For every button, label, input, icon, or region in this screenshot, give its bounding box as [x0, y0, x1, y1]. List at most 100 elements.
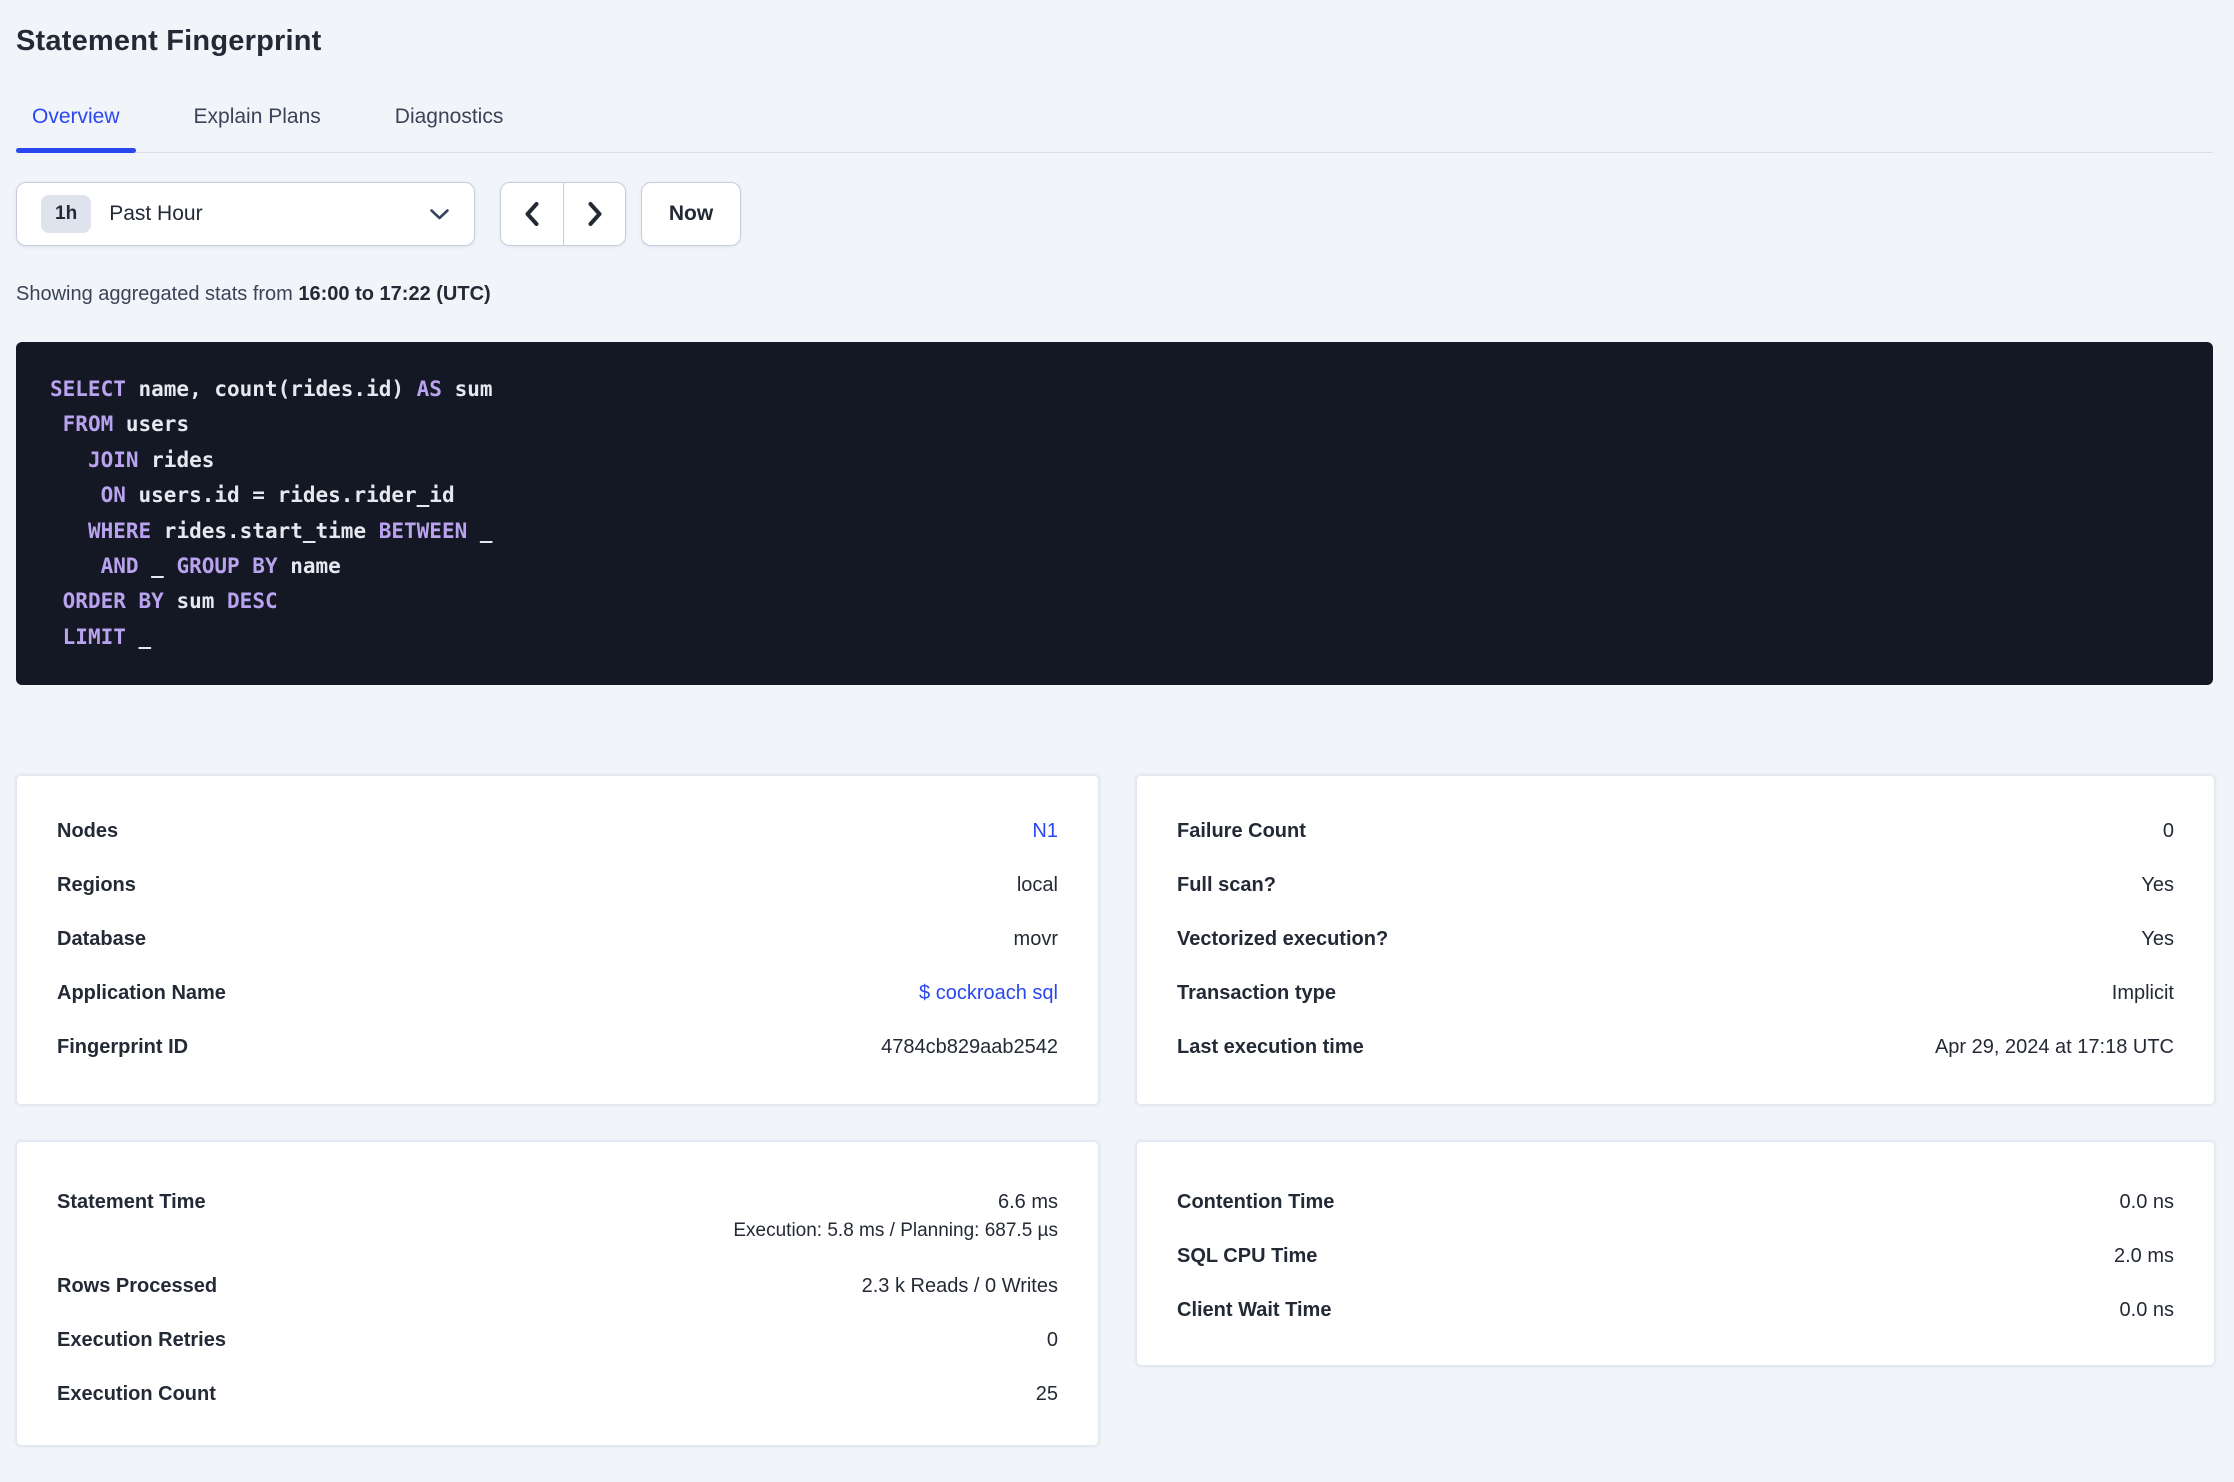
now-button[interactable]: Now [641, 182, 741, 246]
row-value: 2.3 k Reads / 0 Writes [861, 1274, 1058, 1297]
sql-text: _ [138, 554, 177, 579]
tab-explain-plans[interactable]: Explain Plans [178, 104, 337, 152]
row-value-link[interactable]: N1 [1032, 820, 1058, 843]
sql-text: name, count(rides.id) [125, 377, 417, 401]
page-title: Statement Fingerprint [16, 25, 322, 57]
card-row: Last execution time Apr 29, 2024 at 17:18… [1177, 1020, 2174, 1074]
row-label: Full scan? [1177, 873, 1276, 896]
card-row: Execution Retries 0 [57, 1313, 1058, 1367]
card-row: Application Name $ cockroach sql [57, 966, 1058, 1020]
row-value-stack: Implicit [2112, 982, 2174, 1005]
row-value-stack: Yes [2141, 928, 2174, 951]
row-value: Apr 29, 2024 at 17:18 UTC [1934, 1035, 2174, 1058]
chevron-right-icon [585, 200, 605, 228]
page-content: Statement Fingerprint Overview Explain Pl… [0, 24, 2234, 1447]
time-range-dropdown[interactable]: 1h Past Hour [16, 182, 475, 246]
row-value: Yes [2141, 873, 2174, 896]
time-interval-badge: 1h [41, 195, 92, 233]
card-row: Transaction type Implicit [1177, 966, 2174, 1020]
row-value-stack: 25 [1036, 1383, 1058, 1406]
sql-keyword: AS [416, 377, 442, 401]
sql-text: sum [441, 377, 493, 401]
card-row: Execution Count 25 [57, 1367, 1058, 1421]
sql-text: sum [163, 589, 228, 614]
stats-summary: Showing aggregated stats from 16:00 to 1… [16, 282, 2213, 306]
row-value-stack: 2.0 ms [2114, 1245, 2174, 1268]
tab-overview[interactable]: Overview [16, 104, 136, 153]
row-label: Application Name [57, 981, 226, 1004]
row-label: Execution Count [57, 1382, 216, 1405]
row-value: 0.0 ns [2119, 1298, 2174, 1321]
card-perf-left: Statement Time 6.6 ms Execution: 5.8 ms / … [16, 1141, 1099, 1447]
row-label: Transaction type [1177, 981, 1336, 1004]
row-value: 25 [1035, 1382, 1058, 1405]
row-value: 4784cb829aab2542 [881, 1035, 1058, 1058]
sql-keyword: AND [100, 554, 139, 579]
row-label: Database [57, 927, 146, 950]
sql-keyword: ORDER BY [62, 589, 164, 614]
row-value: local [1016, 873, 1058, 896]
row-label: Statement Time [57, 1191, 206, 1214]
sql-text: rides.start_time [151, 518, 379, 543]
sql-keyword: GROUP BY [176, 554, 278, 579]
row-value-link[interactable]: $ cockroach sql [919, 982, 1058, 1005]
card-row: Full scan? Yes [1177, 858, 2174, 912]
row-value-stack: local [1017, 874, 1058, 897]
card-row: Vectorized execution? Yes [1177, 912, 2174, 966]
row-value-stack: 6.6 ms Execution: 5.8 ms / Planning: 687.… [733, 1175, 1058, 1241]
time-pager [500, 182, 626, 246]
row-value-stack: 0.0 ns [2120, 1299, 2174, 1322]
row-value: 0.0 ns [2119, 1190, 2174, 1213]
sql-text: rides [138, 447, 215, 472]
row-label: Fingerprint ID [57, 1035, 189, 1058]
card-row: Regions local [57, 858, 1058, 912]
row-value: 2.0 ms [2113, 1244, 2174, 1267]
sql-text: users.id = rides.rider_id [125, 483, 455, 508]
row-value: Yes [2141, 927, 2174, 950]
row-value-stack: 2.3 k Reads / 0 Writes [862, 1275, 1058, 1298]
card-row: Rows Processed 2.3 k Reads / 0 Writes [57, 1259, 1058, 1313]
cards-grid: Nodes N1 Regions local Database movr Applicati… [16, 775, 2215, 1447]
sql-text: name [277, 554, 341, 579]
sql-text: _ [125, 624, 152, 649]
tabs: Overview Explain Plans Diagnostics [16, 104, 2213, 153]
sql-text: _ [467, 518, 493, 543]
row-label: Client Wait Time [1177, 1298, 1332, 1321]
stats-prefix: Showing aggregated stats from [16, 283, 299, 305]
row-label: Regions [57, 873, 136, 896]
sql-keyword: DESC [227, 589, 278, 614]
sql-keyword: ON [100, 483, 126, 508]
sql-keyword: FROM [62, 412, 114, 437]
row-label: Rows Processed [57, 1274, 218, 1297]
row-value-stack: 0 [1047, 1329, 1058, 1352]
next-button[interactable] [563, 183, 625, 245]
prev-button[interactable] [501, 183, 563, 245]
tab-diagnostics[interactable]: Diagnostics [379, 104, 520, 152]
row-value-stack: 4784cb829aab2542 [881, 1036, 1058, 1059]
row-subvalue: Execution: 5.8 ms / Planning: 687.5 µs [733, 1220, 1058, 1242]
row-value-stack: 0 [2163, 820, 2174, 843]
card-info-left: Nodes N1 Regions local Database movr Applicati… [16, 775, 1099, 1106]
row-value: Implicit [2111, 981, 2174, 1004]
row-label: Nodes [57, 819, 119, 842]
row-label: SQL CPU Time [1177, 1244, 1318, 1267]
row-value-stack: Apr 29, 2024 at 17:18 UTC [1935, 1036, 2174, 1059]
stats-range: 16:00 to 17:22 (UTC) [298, 283, 491, 305]
card-row: Fingerprint ID 4784cb829aab2542 [57, 1020, 1058, 1074]
sql-keyword: LIMIT [62, 624, 126, 649]
card-row: Contention Time 0.0 ns [1177, 1175, 2174, 1229]
time-range-label: Past Hour [109, 202, 203, 225]
card-row: Statement Time 6.6 ms Execution: 5.8 ms / … [57, 1175, 1058, 1259]
sql-text: users [113, 412, 190, 437]
row-label: Vectorized execution? [1177, 927, 1389, 950]
row-label: Failure Count [1177, 819, 1306, 842]
sql-keyword: BETWEEN [378, 518, 468, 543]
sql-box: SELECT name, count(rides.id) AS sum FROM… [16, 342, 2213, 686]
row-value-stack: movr [1014, 928, 1058, 951]
card-row: SQL CPU Time 2.0 ms [1177, 1229, 2174, 1283]
